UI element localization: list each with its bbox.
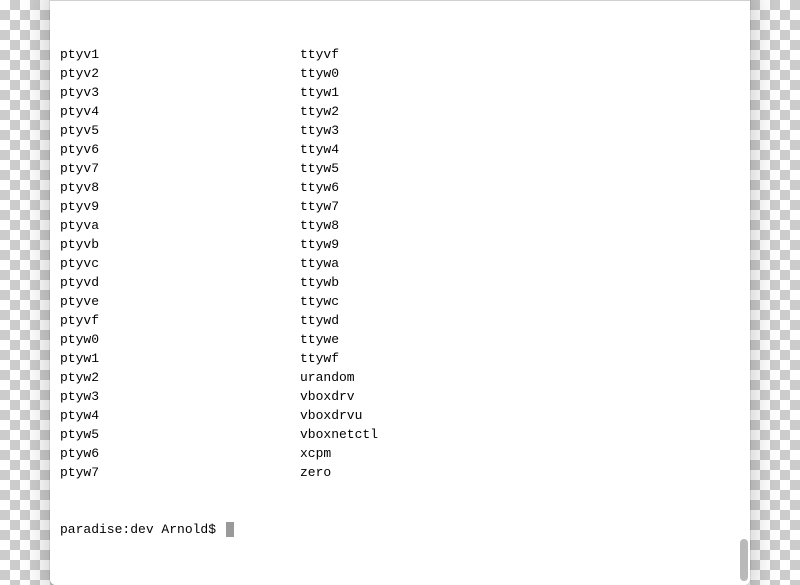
list-item: ttyw1 (300, 83, 540, 102)
list-item: ptyv6 (60, 140, 300, 159)
list-item: ttywf (300, 349, 540, 368)
shell-prompt: paradise:dev Arnold$ (60, 520, 224, 539)
list-item: ptyva (60, 216, 300, 235)
list-item: ttywb (300, 273, 540, 292)
list-item: ttyw9 (300, 235, 540, 254)
list-item: ttyw8 (300, 216, 540, 235)
list-item: xcpm (300, 444, 540, 463)
terminal-window: dev — bash — 80×24 ptyv1ptyv2ptyv3ptyv4p… (50, 0, 750, 585)
list-item: ttywa (300, 254, 540, 273)
list-item: ttyvf (300, 45, 540, 64)
scrollbar-track[interactable] (740, 5, 748, 581)
list-item: ptyv8 (60, 178, 300, 197)
list-item: ptyv3 (60, 83, 300, 102)
list-item: ttyw4 (300, 140, 540, 159)
list-item: ttyw2 (300, 102, 540, 121)
list-item: ptyw2 (60, 368, 300, 387)
list-item: ttywe (300, 330, 540, 349)
list-item: ptyvf (60, 311, 300, 330)
list-item: ttyw3 (300, 121, 540, 140)
list-item: ptyvd (60, 273, 300, 292)
list-item: ptyv4 (60, 102, 300, 121)
list-item: vboxdrv (300, 387, 540, 406)
list-item: ptyv9 (60, 197, 300, 216)
list-item: ptyv2 (60, 64, 300, 83)
list-item: vboxnetctl (300, 425, 540, 444)
scrollbar-thumb[interactable] (740, 539, 748, 581)
terminal-body[interactable]: ptyv1ptyv2ptyv3ptyv4ptyv5ptyv6ptyv7ptyv8… (50, 1, 750, 585)
terminal-content: ptyv1ptyv2ptyv3ptyv4ptyv5ptyv6ptyv7ptyv8… (60, 7, 740, 577)
list-item: ptyw0 (60, 330, 300, 349)
list-item: ptyvb (60, 235, 300, 254)
cursor-icon (226, 522, 234, 537)
list-item: ttyw7 (300, 197, 540, 216)
list-item: vboxdrvu (300, 406, 540, 425)
listing-column-1: ptyv1ptyv2ptyv3ptyv4ptyv5ptyv6ptyv7ptyv8… (60, 45, 300, 482)
list-item: ptyvc (60, 254, 300, 273)
list-item: ptyv1 (60, 45, 300, 64)
list-item: urandom (300, 368, 540, 387)
list-item: ttywc (300, 292, 540, 311)
list-item: ttywd (300, 311, 540, 330)
list-item: ptyw5 (60, 425, 300, 444)
list-item: ptyw3 (60, 387, 300, 406)
list-item: ptyw4 (60, 406, 300, 425)
listing-column-2: ttyvfttyw0ttyw1ttyw2ttyw3ttyw4ttyw5ttyw6… (300, 45, 540, 482)
list-item: ttyw5 (300, 159, 540, 178)
list-item: ttyw0 (300, 64, 540, 83)
list-item: ptyve (60, 292, 300, 311)
list-item: ptyv5 (60, 121, 300, 140)
list-item: ptyw7 (60, 463, 300, 482)
list-item: ttyw6 (300, 178, 540, 197)
list-item: ptyw6 (60, 444, 300, 463)
prompt-line: paradise:dev Arnold$ (60, 520, 740, 539)
list-item: ptyw1 (60, 349, 300, 368)
list-item: ptyv7 (60, 159, 300, 178)
list-item: zero (300, 463, 540, 482)
